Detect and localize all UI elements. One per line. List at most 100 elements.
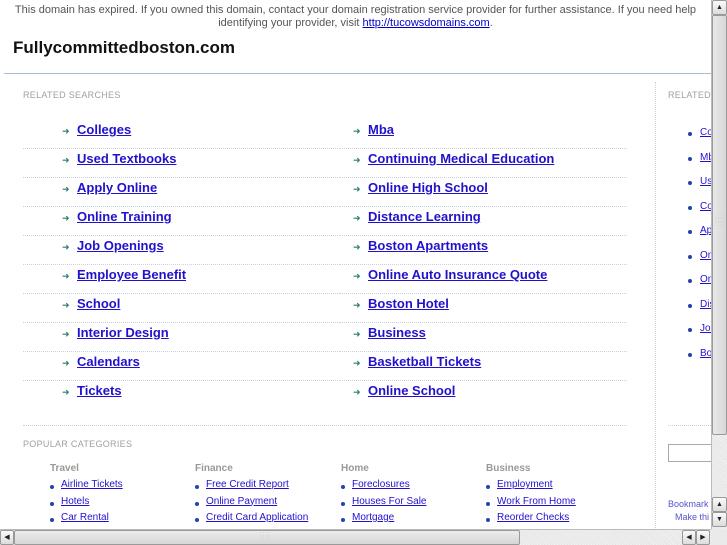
arrow-icon: ➜ — [353, 300, 361, 310]
row-separator — [23, 264, 340, 265]
arrow-icon: ➜ — [62, 155, 70, 165]
sidebar-search-input[interactable] — [668, 444, 711, 462]
category-link[interactable]: Airline Tickets — [61, 479, 123, 490]
related-search-link[interactable]: Calendars — [77, 354, 140, 369]
arrow-icon: ➜ — [62, 242, 70, 252]
related-search-link[interactable]: Boston Hotel — [368, 296, 449, 311]
bullet-icon — [688, 254, 692, 259]
row-separator — [340, 235, 627, 236]
scroll-up-button-bottom[interactable]: ▲ — [712, 497, 727, 512]
related-search-link[interactable]: Basketball Tickets — [368, 354, 481, 369]
category-heading: Business — [486, 463, 531, 474]
arrow-icon: ➜ — [62, 271, 70, 281]
scroll-right-button[interactable]: ▶ — [696, 530, 710, 545]
related-search-link[interactable]: Tickets — [77, 383, 122, 398]
arrow-icon: ➜ — [353, 213, 361, 223]
row-separator — [23, 235, 340, 236]
row-separator — [23, 177, 340, 178]
horizontal-scrollbar[interactable]: ◀ :::::::: ◀ ▶ — [0, 529, 711, 545]
arrow-icon: ➜ — [353, 242, 361, 252]
category-heading: Finance — [195, 463, 233, 474]
bookmark-link[interactable]: Bookmark — [668, 499, 709, 509]
category-link[interactable]: Car Rental — [61, 512, 109, 523]
related-search-link[interactable]: Online School — [368, 383, 455, 398]
category-link[interactable]: Reorder Checks — [497, 512, 569, 523]
arrow-icon: ➜ — [353, 126, 361, 136]
bullet-icon — [688, 303, 692, 308]
arrow-icon: ➜ — [353, 329, 361, 339]
related-search-link[interactable]: Job Openings — [77, 238, 164, 253]
related-search-link[interactable]: Continuing Medical Education — [368, 151, 554, 166]
category-link[interactable]: Employment — [497, 479, 553, 490]
category-link[interactable]: Hotels — [61, 496, 89, 507]
row-separator — [340, 148, 627, 149]
sidebar-link[interactable]: On — [700, 250, 711, 261]
bullet-icon — [688, 156, 692, 161]
related-search-link[interactable]: Online Training — [77, 209, 172, 224]
bullet-icon — [341, 501, 345, 506]
sidebar-link[interactable]: Ap — [700, 225, 711, 236]
row-separator — [340, 322, 627, 323]
site-title: Fullycommittedboston.com — [13, 38, 235, 57]
related-search-link[interactable]: School — [77, 296, 120, 311]
related-search-link[interactable]: Distance Learning — [368, 209, 481, 224]
scroll-left-button[interactable]: ◀ — [0, 530, 14, 545]
related-search-link[interactable]: Apply Online — [77, 180, 157, 195]
arrow-icon: ➜ — [62, 387, 70, 397]
sidebar-link[interactable]: Mb — [700, 152, 711, 163]
bullet-icon — [688, 279, 692, 283]
scroll-left-button-right[interactable]: ◀ — [682, 530, 696, 545]
bullet-icon — [195, 518, 199, 522]
sidebar-link[interactable]: Bo — [700, 348, 711, 359]
related-search-link[interactable]: Used Textbooks — [77, 151, 176, 166]
vertical-scrollbar[interactable]: ▲ :::::::::::: ▲ ▼ — [711, 0, 727, 529]
sidebar-link[interactable]: Jol — [700, 323, 711, 334]
row-separator — [340, 177, 627, 178]
bullet-icon — [688, 328, 692, 332]
related-search-link[interactable]: Mba — [368, 122, 394, 137]
category-link[interactable]: Free Credit Report — [206, 479, 289, 490]
sidebar-link[interactable]: Us — [700, 176, 711, 187]
row-separator — [340, 206, 627, 207]
related-search-link[interactable]: Colleges — [77, 122, 131, 137]
sidebar-link[interactable]: Dis — [700, 299, 711, 310]
bullet-icon — [688, 181, 692, 185]
category-link[interactable]: Houses For Sale — [352, 496, 426, 507]
row-separator — [23, 351, 340, 352]
row-separator — [340, 293, 627, 294]
scroll-down-button[interactable]: ▼ — [712, 512, 727, 527]
row-separator — [23, 206, 340, 207]
bullet-icon — [195, 485, 199, 489]
arrow-icon: ➜ — [62, 126, 70, 136]
arrow-icon: ➜ — [62, 358, 70, 368]
arrow-icon: ➜ — [353, 358, 361, 368]
category-link[interactable]: Mortgage — [352, 512, 394, 523]
row-separator — [23, 322, 340, 323]
bullet-icon — [486, 518, 490, 522]
scroll-up-button[interactable]: ▲ — [712, 0, 727, 15]
popular-categories-label: POPULAR CATEGORIES — [23, 439, 133, 449]
category-link[interactable]: Foreclosures — [352, 479, 410, 490]
related-search-link[interactable]: Boston Apartments — [368, 238, 488, 253]
tucows-link[interactable]: http://tucowsdomains.com — [363, 17, 490, 29]
arrow-icon: ➜ — [353, 387, 361, 397]
bullet-icon — [341, 485, 345, 489]
related-search-link[interactable]: Interior Design — [77, 325, 169, 340]
related-search-link[interactable]: Business — [368, 325, 426, 340]
make-homepage-link[interactable]: Make thi — [675, 512, 709, 522]
sidebar-link[interactable]: On — [700, 274, 711, 285]
bullet-icon — [195, 501, 199, 506]
expired-notice: This domain has expired. If you owned th… — [0, 4, 711, 30]
related-search-link[interactable]: Employee Benefit — [77, 267, 186, 282]
arrow-icon: ➜ — [353, 155, 361, 165]
related-search-link[interactable]: Online High School — [368, 180, 488, 195]
category-link[interactable]: Work From Home — [497, 496, 576, 507]
sidebar-link[interactable]: Co — [700, 127, 711, 138]
sidebar-link[interactable]: Co — [700, 201, 711, 212]
related-search-link[interactable]: Online Auto Insurance Quote — [368, 267, 547, 282]
bullet-icon — [688, 132, 692, 136]
bullet-icon — [341, 518, 345, 522]
category-link[interactable]: Online Payment — [206, 496, 277, 507]
category-link[interactable]: Credit Card Application — [206, 512, 308, 523]
bullet-icon — [486, 501, 490, 506]
